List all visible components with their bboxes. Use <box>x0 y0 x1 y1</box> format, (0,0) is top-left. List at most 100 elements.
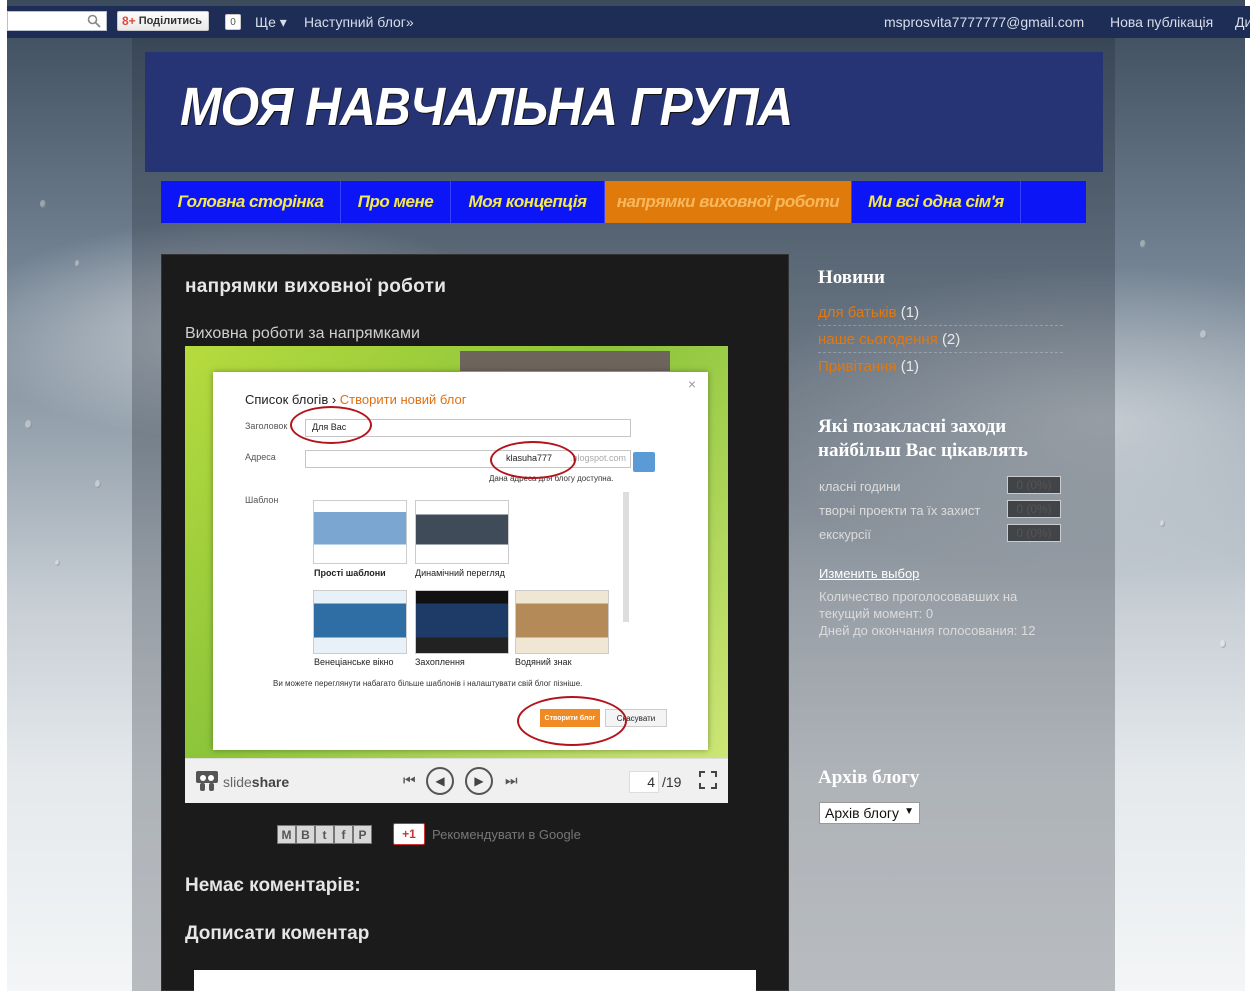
raindrop <box>55 560 60 566</box>
no-comments-heading: Немає коментарів: <box>185 875 361 896</box>
search-input[interactable] <box>7 11 107 31</box>
poll-option-label: класні години <box>819 479 901 494</box>
raindrop <box>40 200 46 208</box>
highlight-circle <box>290 406 372 444</box>
archive-dropdown[interactable]: Архів блогу ▼ <box>819 802 921 824</box>
label-count: (1) <box>900 358 920 375</box>
share-label: Поділитись <box>138 15 202 27</box>
check-icon <box>633 452 655 472</box>
slideshare-embed[interactable]: × Список блогів › Створити новий блог За… <box>185 346 728 803</box>
template-name: Прості шаблони <box>314 568 386 578</box>
template-thumb <box>415 500 509 564</box>
archive-heading: Архів блогу <box>818 767 920 788</box>
poll-option-result: 0 (0%) <box>1007 524 1061 542</box>
email-share-icon[interactable]: M <box>277 825 296 844</box>
share-count: 0 <box>225 14 241 30</box>
close-icon: × <box>687 376 696 392</box>
new-post-link[interactable]: Нова публікація <box>1110 14 1213 30</box>
blog-title[interactable]: МОЯ НАВЧАЛЬНА ГРУПА <box>180 76 793 138</box>
label-link[interactable]: наше сьогодення <box>818 331 938 348</box>
add-comment-heading: Дописати коментар <box>185 923 370 944</box>
poll-option: класні години 0 (0%) <box>819 476 1064 494</box>
raindrop <box>1200 330 1207 339</box>
title-label: Заголовок <box>245 421 288 431</box>
poll-option: екскурсії 0 (0%) <box>819 524 1064 542</box>
address-label: Адреса <box>245 452 276 462</box>
crumb-create-blog: Створити новий блог <box>339 392 467 407</box>
template-thumb <box>515 590 609 654</box>
first-slide-icon[interactable]: ⏮ <box>403 772 416 789</box>
dialog-breadcrumb: Список блогів › Створити новий блог <box>245 392 466 407</box>
template-name: Венеціанське вікно <box>314 657 394 667</box>
template-thumb <box>415 590 509 654</box>
tab-about[interactable]: Про мене <box>341 181 451 223</box>
raindrop <box>75 260 80 267</box>
slideshare-logo-icon <box>196 771 218 791</box>
change-vote-link[interactable]: Изменить выбор <box>819 566 919 581</box>
template-thumb <box>313 500 407 564</box>
gplus-share-button[interactable]: 8+ Поділитись <box>117 11 209 31</box>
slide-shadow <box>460 351 670 371</box>
labels-heading: Новини <box>818 267 885 288</box>
pinterest-share-icon[interactable]: P <box>353 825 372 844</box>
poll-stat-line: Количество проголосовавших на <box>819 589 1018 604</box>
tab-concept[interactable]: Моя концепція <box>451 181 605 223</box>
poll-stat-line: текущий момент: 0 <box>819 606 934 621</box>
dropdown-arrow-icon: ▼ <box>904 806 915 817</box>
label-link[interactable]: Привітання <box>818 358 897 375</box>
template-name: Захоплення <box>415 657 465 667</box>
tab-education-directions[interactable]: напрямки виховної роботи <box>605 181 852 223</box>
next-slide-icon[interactable]: ▶ <box>465 767 493 795</box>
next-blog-link[interactable]: Наступний блог» <box>304 14 414 30</box>
brand-light: slide <box>223 774 252 790</box>
left-edge <box>0 0 7 991</box>
label-item: для батьків (1) <box>818 304 1063 326</box>
comment-textarea[interactable] <box>194 970 756 991</box>
label-count: (1) <box>900 304 920 321</box>
label-item: наше сьогодення (2) <box>818 331 1063 353</box>
post-share-bar: M B t f P <box>277 825 372 844</box>
previous-slide-icon[interactable]: ◀ <box>426 767 454 795</box>
brand-bold: share <box>251 774 290 790</box>
gplus-one-button[interactable]: +1 <box>393 823 425 845</box>
last-slide-icon[interactable]: ⏭ <box>505 772 518 789</box>
account-email[interactable]: msprosvita7777777@gmail.com <box>884 14 1084 30</box>
tab-family[interactable]: Ми всі одна сім'я <box>852 181 1021 223</box>
blogger-navbar: 8+ Поділитись 0 Ще ▾ Наступний блог» msp… <box>7 6 1250 38</box>
address-suffix: .blogspot.com <box>570 453 627 463</box>
recommend-google-text: Рекомендувати в Google <box>432 827 581 842</box>
more-menu[interactable]: Ще ▾ <box>255 14 287 31</box>
slideshare-brand: slideshare <box>223 774 289 790</box>
poll-option-result: 0 (0%) <box>1007 476 1061 494</box>
facebook-share-icon[interactable]: f <box>334 825 353 844</box>
template-name: Динамічний перегляд <box>415 568 505 578</box>
raindrop <box>1220 640 1226 648</box>
poll-option-result: 0 (0%) <box>1007 500 1061 518</box>
raindrop <box>25 420 32 429</box>
current-page-input[interactable]: 4 <box>629 771 659 793</box>
raindrop <box>1160 520 1165 527</box>
poll-option: творчі проекти та їх захист 0 (0%) <box>819 500 1064 518</box>
label-link[interactable]: для батьків <box>818 304 897 321</box>
fullscreen-icon[interactable] <box>699 771 717 789</box>
dialog-footer-text: Ви можете переглянути набагато більше ша… <box>273 679 583 688</box>
search-icon[interactable] <box>87 14 101 28</box>
raindrop <box>95 480 101 488</box>
crumb-blog-list: Список блогів <box>245 392 329 407</box>
dialog-scrollbar <box>623 492 629 622</box>
highlight-circle <box>490 441 576 479</box>
label-item: Привітання (1) <box>818 358 1063 379</box>
label-count: (2) <box>941 331 961 348</box>
right-edge <box>1245 0 1250 991</box>
page-tabs: Головна сторінка Про мене Моя концепція … <box>161 181 1086 223</box>
highlight-circle <box>517 696 627 746</box>
template-thumb <box>313 590 407 654</box>
poll-option-label: екскурсії <box>819 527 871 542</box>
template-name: Водяний знак <box>515 657 572 667</box>
gplus-icon: 8+ <box>122 14 136 28</box>
twitter-share-icon[interactable]: t <box>315 825 334 844</box>
dashboard-link[interactable]: Ди <box>1235 14 1250 30</box>
tab-home[interactable]: Головна сторінка <box>161 181 341 223</box>
total-pages: /19 <box>662 774 682 790</box>
blogthis-share-icon[interactable]: B <box>296 825 315 844</box>
